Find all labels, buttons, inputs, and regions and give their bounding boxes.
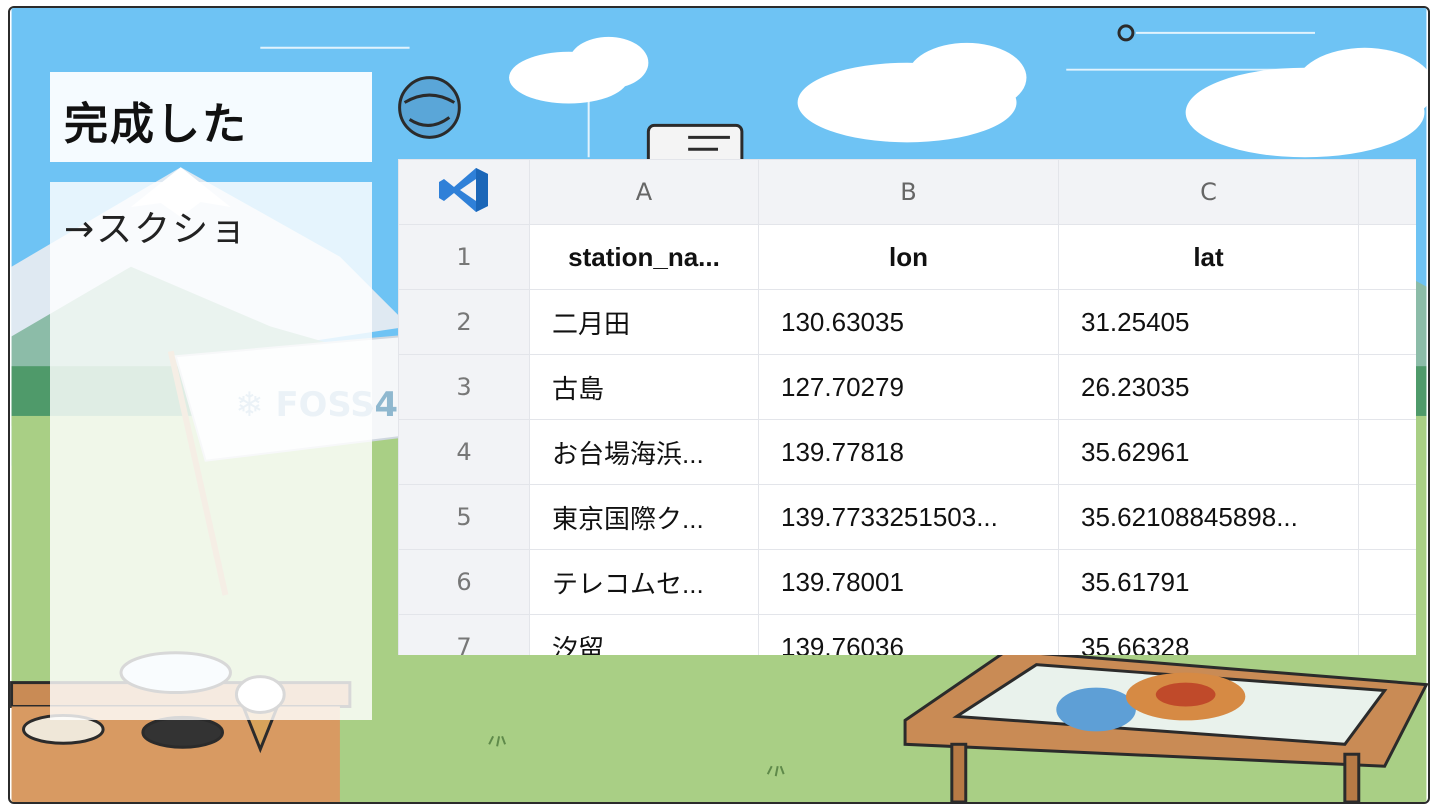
cell-lat[interactable]: 26.23035 (1058, 354, 1359, 420)
slide-frame: ❄ FOSS4 完成した →スク (8, 6, 1430, 804)
cell-lat-header[interactable]: lat (1058, 224, 1359, 290)
empty-cell[interactable] (1358, 354, 1416, 420)
empty-cell[interactable] (1358, 289, 1416, 355)
globe-icon (398, 76, 461, 139)
cell-station-name[interactable]: 東京国際ク... (529, 484, 759, 550)
cell-lat[interactable]: 35.66328 (1058, 614, 1359, 655)
cell-lat[interactable]: 35.61791 (1058, 549, 1359, 615)
row-header[interactable]: 1 (398, 224, 530, 290)
row-header[interactable]: 6 (398, 549, 530, 615)
table-row: 4 お台場海浜... 139.77818 35.62961 (398, 419, 1416, 485)
cell-lat[interactable]: 31.25405 (1058, 289, 1359, 355)
column-header-a[interactable]: A (529, 159, 759, 225)
cell-station-name[interactable]: 古島 (529, 354, 759, 420)
table-row: 1 station_na... lon lat (398, 224, 1416, 290)
column-header-row: A B C (398, 159, 1416, 225)
row-header[interactable]: 5 (398, 484, 530, 550)
spreadsheet-grid: A B C 1 station_na... lon lat 2 二月田 130.… (398, 159, 1416, 655)
cell-lon-header[interactable]: lon (758, 224, 1059, 290)
slide-title: 完成した (64, 99, 248, 150)
empty-cell[interactable] (1358, 549, 1416, 615)
row-header[interactable]: 4 (398, 419, 530, 485)
column-header-c[interactable]: C (1058, 159, 1359, 225)
cell-station-name[interactable]: お台場海浜... (529, 419, 759, 485)
empty-cell[interactable] (1358, 484, 1416, 550)
table-row: 6 テレコムセ... 139.78001 35.61791 (398, 549, 1416, 615)
empty-cell[interactable] (1358, 419, 1416, 485)
cell-station-name[interactable]: 汐留 (529, 614, 759, 655)
cell-lat[interactable]: 35.62108845898... (1058, 484, 1359, 550)
cell-lat[interactable]: 35.62961 (1058, 419, 1359, 485)
slide-body-box: →スクショ (50, 182, 372, 720)
vscode-icon (398, 159, 530, 225)
cell-station-name[interactable]: 二月田 (529, 289, 759, 355)
column-header-b[interactable]: B (758, 159, 1059, 225)
cell-lon[interactable]: 139.78001 (758, 549, 1059, 615)
cell-station-name[interactable]: テレコムセ... (529, 549, 759, 615)
table-row: 5 東京国際ク... 139.7733251503... 35.62108845… (398, 484, 1416, 550)
row-header[interactable]: 7 (398, 614, 530, 655)
table-row: 3 古島 127.70279 26.23035 (398, 354, 1416, 420)
row-header[interactable]: 2 (398, 289, 530, 355)
cell-lon[interactable]: 139.77818 (758, 419, 1059, 485)
empty-cell[interactable] (1358, 614, 1416, 655)
cell-lon[interactable]: 130.63035 (758, 289, 1059, 355)
cell-lon[interactable]: 127.70279 (758, 354, 1059, 420)
row-header[interactable]: 3 (398, 354, 530, 420)
slide-title-box: 完成した (50, 72, 372, 162)
table-row: 2 二月田 130.63035 31.25405 (398, 289, 1416, 355)
table-row: 7 汐留 139.76036 35.66328 (398, 614, 1416, 655)
spreadsheet-screenshot: A B C 1 station_na... lon lat 2 二月田 130.… (398, 159, 1416, 655)
empty-cell[interactable] (1358, 224, 1416, 290)
cell-lon[interactable]: 139.7733251503... (758, 484, 1059, 550)
cell-lon[interactable]: 139.76036 (758, 614, 1059, 655)
slide-body-text: →スクショ (64, 209, 249, 250)
cell-station-name-header[interactable]: station_na... (529, 224, 759, 290)
column-header-d[interactable] (1358, 159, 1416, 225)
